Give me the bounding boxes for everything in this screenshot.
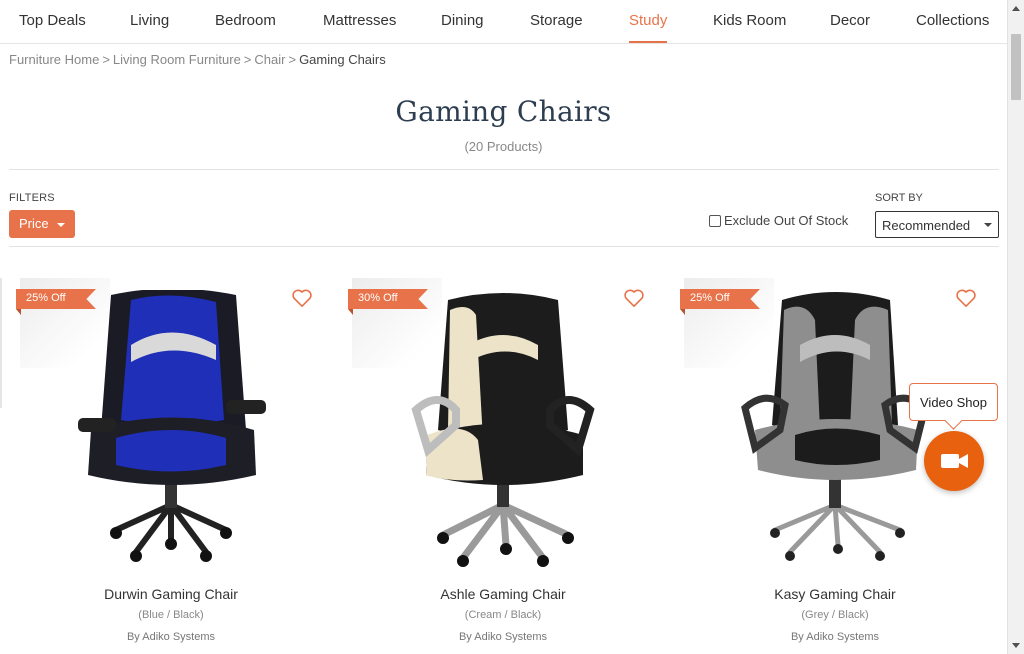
nav-item-storage[interactable]: Storage <box>530 12 583 29</box>
divider <box>9 246 999 247</box>
top-navigation: Top Deals Living Bedroom Mattresses Dini… <box>0 0 1007 44</box>
price-filter-button[interactable]: Price <box>9 210 75 238</box>
video-shop-button[interactable] <box>924 431 984 491</box>
product-variant: (Grey / Black) <box>801 609 869 621</box>
price-filter-label: Price <box>19 216 49 231</box>
nav-item-dining[interactable]: Dining <box>441 12 484 29</box>
product-brand: By Adiko Systems <box>126 631 216 643</box>
badge-fold <box>16 309 21 315</box>
exclude-out-of-stock-toggle[interactable]: Exclude Out Of Stock <box>709 213 848 228</box>
badge-fold <box>680 309 685 315</box>
nav-item-kids-room[interactable]: Kids Room <box>713 12 786 29</box>
breadcrumb-separator: > <box>243 52 252 67</box>
wishlist-heart-icon[interactable] <box>623 288 645 308</box>
product-variant: (Blue / Black) <box>138 609 204 621</box>
product-name[interactable]: Kasy Gaming Chair <box>680 586 990 602</box>
caret-down-icon <box>57 223 65 227</box>
nav-item-living[interactable]: Living <box>130 12 169 29</box>
breadcrumb-item-living-room-furniture[interactable]: Living Room Furniture <box>113 52 241 67</box>
sort-selected-value: Recommended <box>882 218 971 233</box>
wishlist-heart-icon[interactable] <box>291 288 313 308</box>
product-name[interactable]: Ashle Gaming Chair <box>348 586 658 602</box>
product-brand: By Adiko Systems <box>458 631 548 643</box>
breadcrumb: Furniture Home > Living Room Furniture > Cha… <box>9 52 386 67</box>
scrollbar-thumb[interactable] <box>1011 34 1021 100</box>
exclude-out-of-stock-checkbox[interactable] <box>709 214 721 227</box>
video-camera-icon <box>941 454 968 468</box>
nav-item-top-deals[interactable]: Top Deals <box>19 12 86 29</box>
scroll-up-arrow-icon[interactable] <box>1012 6 1020 11</box>
product-variant: (Cream / Black) <box>464 609 542 621</box>
page-scrollbar[interactable] <box>1007 0 1024 654</box>
product-card[interactable]: 25% Off Durwin Gaming Chair (Blue / Blac… <box>16 278 326 654</box>
exclude-out-of-stock-label: Exclude Out Of Stock <box>724 213 849 228</box>
nav-item-study[interactable]: Study <box>629 12 667 29</box>
product-name[interactable]: Durwin Gaming Chair <box>16 586 326 602</box>
active-tab-indicator <box>629 41 667 43</box>
breadcrumb-current: Gaming Chairs <box>299 52 386 67</box>
gaming-chair-image[interactable] <box>408 290 598 570</box>
badge-fold <box>348 309 353 315</box>
video-shop-tooltip[interactable]: Video Shop <box>909 383 998 421</box>
scroll-down-arrow-icon[interactable] <box>1012 643 1020 648</box>
product-brand: By Adiko Systems <box>790 631 880 643</box>
nav-item-mattresses[interactable]: Mattresses <box>323 12 396 29</box>
wishlist-heart-icon[interactable] <box>955 288 977 308</box>
breadcrumb-separator: > <box>288 52 297 67</box>
filters-label: FILTERS <box>9 192 55 204</box>
sort-by-label: SORT BY <box>875 192 923 204</box>
left-edge-divider <box>0 278 2 408</box>
breadcrumb-separator: > <box>102 52 110 67</box>
nav-item-bedroom[interactable]: Bedroom <box>215 12 276 29</box>
chair-base-icon <box>770 470 905 561</box>
sort-select[interactable]: Recommended <box>875 211 999 238</box>
nav-item-decor[interactable]: Decor <box>830 12 870 29</box>
page-title: Gaming Chairs <box>395 95 612 128</box>
product-count: (20 Products) <box>464 139 543 154</box>
gaming-chair-image[interactable] <box>740 290 930 570</box>
gaming-chair-image[interactable] <box>76 290 266 570</box>
divider <box>9 169 999 170</box>
product-card[interactable]: 30% Off Ashle Gaming Chair (Cream / Blac… <box>348 278 658 654</box>
nav-item-collections[interactable]: Collections <box>916 12 989 29</box>
breadcrumb-item-chair[interactable]: Chair <box>254 52 285 67</box>
caret-down-icon <box>984 223 992 227</box>
breadcrumb-item-furniture-home[interactable]: Furniture Home <box>9 52 99 67</box>
chair-base-icon <box>437 475 574 567</box>
